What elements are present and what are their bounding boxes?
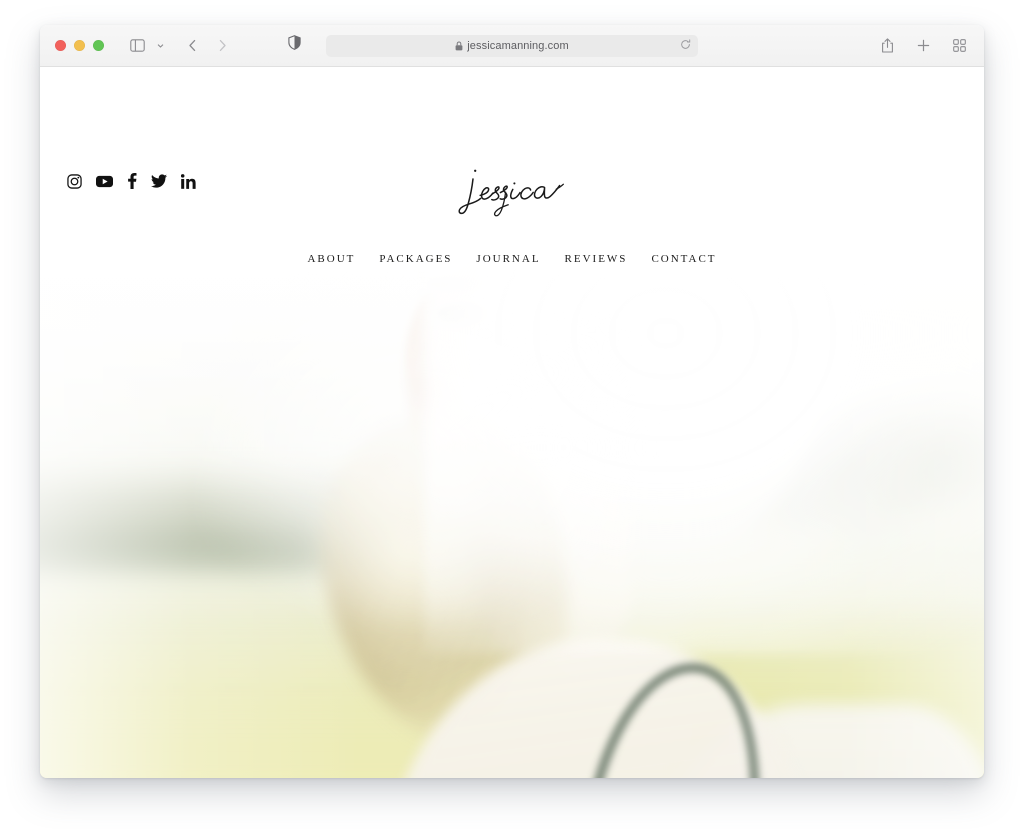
nav-item-about[interactable]: ABOUT xyxy=(307,253,355,265)
main-navigation: ABOUT PACKAGES JOURNAL REVIEWS CONTACT xyxy=(40,253,984,265)
chevron-down-icon[interactable] xyxy=(149,35,171,57)
nav-item-reviews[interactable]: REVIEWS xyxy=(565,253,628,265)
lock-icon xyxy=(455,41,463,51)
back-button[interactable] xyxy=(181,35,203,57)
nav-item-packages[interactable]: PACKAGES xyxy=(379,253,452,265)
new-tab-icon[interactable] xyxy=(912,35,934,57)
address-field[interactable]: jessicamanning.com xyxy=(326,34,698,57)
address-url-text: jessicamanning.com xyxy=(467,39,569,52)
screenshot-stage: jessicamanning.com ABOUT PACKAGES JOURNA… xyxy=(0,0,1024,829)
jessica-script-logo xyxy=(458,169,564,217)
tab-overview-icon[interactable] xyxy=(948,35,970,57)
reload-icon[interactable] xyxy=(680,37,691,55)
close-window-button[interactable] xyxy=(55,40,66,51)
toolbar-right-actions xyxy=(876,35,970,57)
nav-item-journal[interactable]: JOURNAL xyxy=(476,253,540,265)
nav-item-contact[interactable]: CONTACT xyxy=(651,253,716,265)
minimize-window-button[interactable] xyxy=(74,40,85,51)
sidebar-toggle-icon[interactable] xyxy=(126,35,148,57)
share-icon[interactable] xyxy=(876,35,898,57)
zoom-window-button[interactable] xyxy=(93,40,104,51)
privacy-shield-icon[interactable] xyxy=(288,34,301,50)
browser-toolbar: jessicamanning.com xyxy=(40,25,984,67)
address-bar-container: jessicamanning.com xyxy=(288,34,698,57)
window-controls xyxy=(55,40,104,51)
forward-button[interactable] xyxy=(211,35,233,57)
site-logo[interactable] xyxy=(40,159,984,226)
browser-window: jessicamanning.com ABOUT PACKAGES JOURNA… xyxy=(40,25,984,778)
web-page-viewport: ABOUT PACKAGES JOURNAL REVIEWS CONTACT xyxy=(40,67,984,778)
